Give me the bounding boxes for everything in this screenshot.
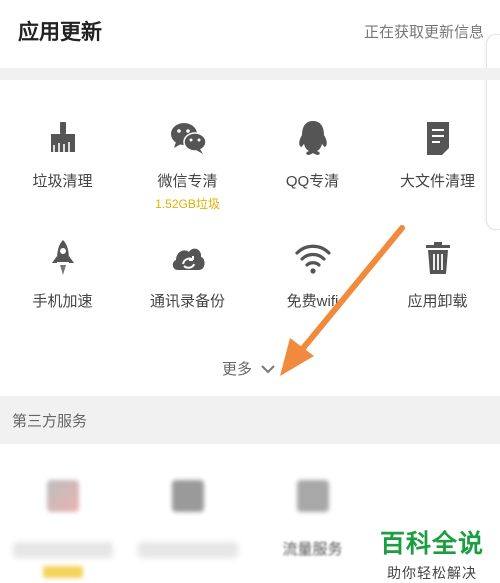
tool-qq-clean[interactable]: QQ专清 (250, 118, 375, 191)
wifi-icon (293, 238, 333, 278)
more-label: 更多 (222, 361, 253, 378)
trash-icon (418, 238, 458, 278)
third-party-label: 流量服务 (282, 541, 343, 558)
cloud-sync-icon (168, 238, 208, 278)
divider (0, 68, 500, 80)
watermark-tagline: 助你轻松解决 (386, 565, 477, 581)
tool-label: 大文件清理 (399, 173, 475, 190)
more-button[interactable]: 更多 (222, 358, 276, 379)
blurred-label (12, 542, 113, 558)
blurred-label (137, 542, 238, 558)
tool-label: 应用卸载 (407, 293, 468, 310)
tool-big-file-clean[interactable]: 大文件清理 (375, 118, 500, 191)
tool-contacts-backup[interactable]: 通讯录备份 (125, 238, 250, 311)
tool-junk-clean[interactable]: 垃圾清理 (0, 118, 125, 191)
rocket-icon (43, 238, 83, 278)
third-party-item[interactable]: 流量服务 (250, 472, 375, 559)
tool-label: QQ专清 (285, 173, 340, 190)
third-party-item[interactable] (0, 472, 125, 578)
junk-size-badge: 1.52GB垃圾 (155, 197, 220, 211)
update-status-text: 正在获取更新信息 (363, 24, 484, 41)
blurred-badge (42, 566, 83, 578)
tool-label: 微信专清 (157, 173, 218, 190)
tool-label: 垃圾清理 (32, 173, 93, 190)
wechat-icon (168, 118, 208, 158)
third-party-item[interactable] (125, 472, 250, 558)
document-icon (418, 118, 458, 158)
page-title: 应用更新 (18, 21, 102, 44)
watermark-brand: 百科全说 (379, 530, 484, 558)
blurred-app-icon (171, 480, 204, 512)
section-title: 第三方服务 (12, 413, 88, 430)
blurred-app-icon (296, 480, 329, 512)
tool-app-uninstall[interactable]: 应用卸载 (375, 238, 500, 311)
tool-phone-boost[interactable]: 手机加速 (0, 238, 125, 311)
tool-wechat-clean[interactable]: 微信专清 1.52GB垃圾 (125, 118, 250, 212)
tool-label: 手机加速 (32, 293, 93, 310)
broom-icon (43, 118, 83, 158)
header: 应用更新 正在获取更新信息 (0, 0, 500, 68)
qq-penguin-icon (293, 118, 333, 158)
blurred-app-icon (46, 480, 79, 512)
tool-label: 免费wifi (286, 293, 339, 310)
watermark: 百科全说 助你轻松解决 (380, 524, 484, 583)
tool-label: 通讯录备份 (149, 293, 225, 310)
tool-free-wifi[interactable]: 免费wifi (250, 238, 375, 311)
chevron-down-icon (261, 364, 275, 373)
